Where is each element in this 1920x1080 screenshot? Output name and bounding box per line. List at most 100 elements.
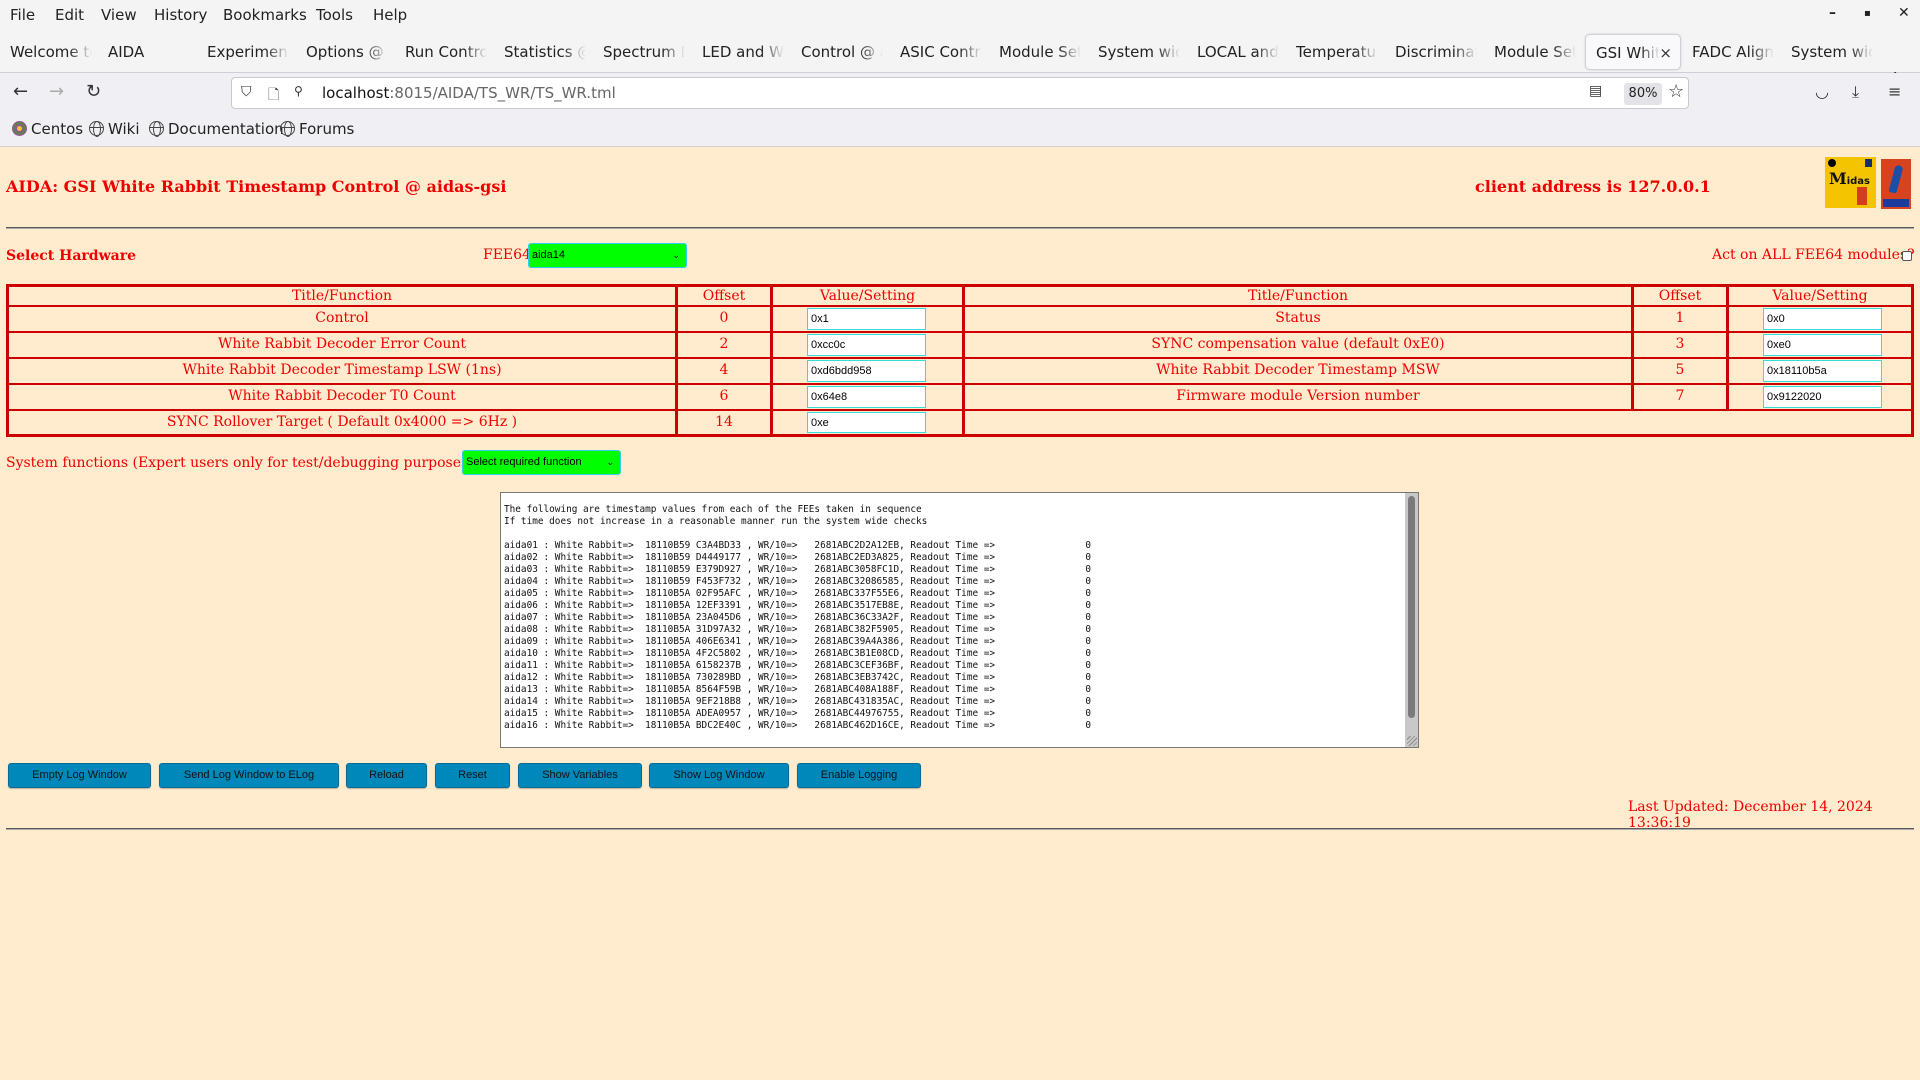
reader-view-icon[interactable]: ▤ — [1589, 83, 1602, 99]
register-title: SYNC Rollover Target ( Default 0x4000 =>… — [9, 411, 675, 434]
close-tab-icon[interactable]: × — [1659, 35, 1672, 69]
tab-label: GSI White — [1596, 44, 1660, 62]
menu-edit[interactable]: Edit — [55, 6, 84, 24]
tab[interactable]: Run Control — [395, 34, 487, 70]
page-icon: 🗋 — [268, 87, 280, 103]
tab-label: Spectrum Br — [603, 43, 685, 61]
maximize-button[interactable]: ▪ — [1864, 8, 1871, 19]
register-value-input[interactable]: 0x0 — [1763, 308, 1882, 330]
menu-help[interactable]: Help — [373, 6, 407, 24]
page-title: AIDA: GSI White Rabbit Timestamp Control… — [6, 177, 507, 196]
menu-hamburger-icon[interactable]: ≡ — [1888, 82, 1901, 101]
fee64-label: FEE64 — [483, 247, 531, 263]
menu-history[interactable]: History — [154, 6, 207, 24]
shield-icon[interactable]: ⛉ — [241, 84, 252, 100]
register-value-input[interactable]: 0x1 — [807, 308, 926, 330]
act-all-checkbox[interactable] — [1902, 251, 1912, 261]
register-offset: 4 — [678, 359, 770, 383]
tab[interactable]: Control @ a — [791, 34, 883, 70]
pocket-icon[interactable]: ◡ — [1815, 82, 1829, 101]
fee64-select[interactable]: aida14 ⌄ — [528, 243, 687, 268]
tab-active[interactable]: GSI White× — [1585, 34, 1681, 70]
menu-tools[interactable]: Tools — [316, 6, 353, 24]
tab[interactable]: Experiment — [197, 34, 289, 70]
tab[interactable]: Welcome to — [0, 34, 92, 70]
close-window-button[interactable]: ✕ — [1898, 5, 1910, 21]
log-window[interactable]: The following are timestamp values from … — [500, 492, 1419, 748]
register-value-input[interactable]: 0xcc0c — [807, 334, 926, 356]
tab[interactable]: ASIC Contro — [890, 34, 982, 70]
empty-log-window-button[interactable]: Empty Log Window — [8, 763, 151, 788]
chevron-down-icon: ⌄ — [672, 250, 680, 260]
tab[interactable]: System wide — [1088, 34, 1180, 70]
register-value-input[interactable]: 0x18110b5a — [1763, 360, 1882, 382]
bookmark-documentation[interactable]: Documentation — [149, 120, 284, 138]
log-scroll-thumb[interactable] — [1408, 496, 1415, 718]
log-scrollbar[interactable] — [1405, 493, 1418, 747]
register-value-input[interactable]: 0x64e8 — [807, 386, 926, 408]
register-offset: 2 — [678, 333, 770, 357]
reload-icon[interactable]: ↻ — [86, 81, 101, 102]
bookmark-forums[interactable]: Forums — [280, 120, 354, 138]
zoom-level-badge[interactable]: 80% — [1624, 83, 1662, 105]
tab[interactable]: Spectrum Br — [593, 34, 685, 70]
send-log-to-elog-button[interactable]: Send Log Window to ELog — [159, 763, 339, 788]
show-variables-button[interactable]: Show Variables — [518, 763, 642, 788]
tab[interactable]: Temperature — [1286, 34, 1378, 70]
reload-button[interactable]: Reload — [346, 763, 427, 788]
resize-handle-icon[interactable] — [1407, 736, 1417, 746]
download-icon[interactable]: ⤓ — [1852, 82, 1859, 102]
tab[interactable]: Module Sett — [989, 34, 1081, 70]
bookmark-centos[interactable]: Centos — [12, 120, 83, 138]
register-value-cell: 0xd6bdd958 — [773, 359, 962, 383]
divider — [6, 828, 1914, 830]
tab[interactable]: System wide — [1781, 34, 1873, 70]
bookmark-label: Centos — [31, 120, 84, 138]
url-text[interactable]: localhost:8015/AIDA/TS_WR/TS_WR.tml — [322, 84, 616, 102]
tcl-powered-logo — [1881, 159, 1911, 209]
menu-bookmarks[interactable]: Bookmarks — [223, 6, 307, 24]
logo-shield — [1865, 159, 1872, 167]
tcl-tag — [1883, 199, 1909, 207]
centos-icon — [12, 121, 27, 136]
logo-dot — [1828, 159, 1836, 167]
tab[interactable]: Options @ a — [296, 34, 388, 70]
tab-label: System wide — [1098, 43, 1180, 61]
tab[interactable]: Module Sett — [1484, 34, 1576, 70]
minimize-button[interactable]: – — [1829, 5, 1836, 21]
midas-logo-letter: M — [1829, 169, 1847, 188]
tab-label: Options @ a — [306, 43, 388, 61]
bookmark-wiki[interactable]: Wiki — [89, 120, 140, 138]
bookmark-star-icon[interactable]: ☆ — [1668, 81, 1684, 102]
register-value-cell: 0x18110b5a — [1729, 359, 1911, 383]
tab[interactable]: AIDA — [98, 34, 188, 70]
register-title: White Rabbit Decoder Error Count — [9, 333, 675, 357]
system-functions-select[interactable]: Select required function ⌄ — [462, 450, 621, 475]
tab[interactable]: LOCAL and — [1187, 34, 1279, 70]
register-value-cell: 0xcc0c — [773, 333, 962, 357]
reset-button[interactable]: Reset — [435, 763, 510, 788]
enable-logging-button[interactable]: Enable Logging — [797, 763, 921, 788]
tab[interactable]: Statistics @ — [494, 34, 586, 70]
tab[interactable]: FADC Align — [1682, 34, 1774, 70]
last-updated: Last Updated: December 14, 2024 13:36:19 — [1628, 799, 1873, 831]
register-value-input[interactable]: 0xe0 — [1763, 334, 1882, 356]
tab[interactable]: Discriminato — [1385, 34, 1477, 70]
globe-icon — [89, 121, 104, 137]
register-value-input[interactable]: 0xd6bdd958 — [807, 360, 926, 382]
tab-bar: Welcome to AIDA Experiment Options @ a R… — [0, 30, 1920, 92]
menu-view[interactable]: View — [101, 6, 137, 24]
chevron-down-icon: ⌄ — [606, 457, 614, 467]
register-value-input[interactable]: 0xe — [807, 412, 926, 433]
show-log-window-button[interactable]: Show Log Window — [649, 763, 789, 788]
tab-label: Statistics @ — [504, 43, 586, 61]
url-bar[interactable]: ⛉ 🗋 ⚲ localhost:8015/AIDA/TS_WR/TS_WR.tm… — [231, 77, 1689, 109]
menu-file[interactable]: File — [10, 6, 35, 24]
permissions-icon[interactable]: ⚲ — [294, 84, 303, 98]
register-value-input[interactable]: 0x9122020 — [1763, 386, 1882, 408]
back-icon[interactable]: ← — [13, 81, 28, 102]
forward-icon[interactable]: → — [49, 81, 64, 102]
empty-cell — [965, 411, 1911, 434]
tab-label: FADC Align — [1692, 43, 1774, 61]
tab[interactable]: LED and Wa — [692, 34, 784, 70]
